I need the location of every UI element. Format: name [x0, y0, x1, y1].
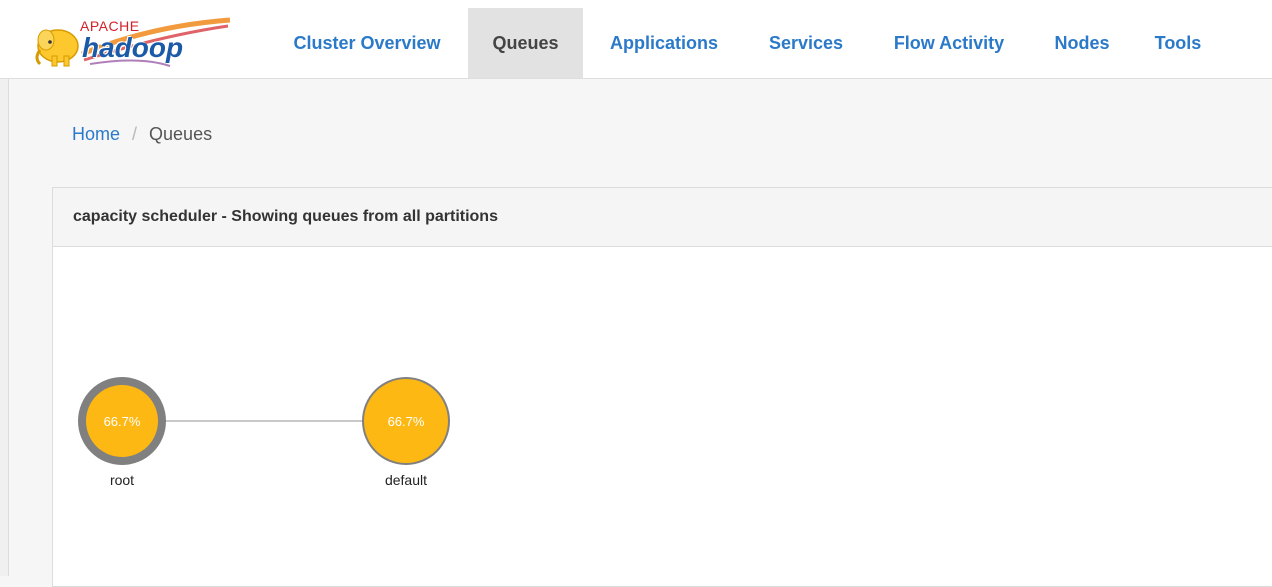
queue-node-default[interactable]: 66.7% default [362, 377, 450, 488]
queue-tree: 66.7% root 66.7% default [78, 377, 450, 488]
queue-label-default: default [385, 472, 427, 488]
queue-usage-root: 66.7% [104, 414, 141, 429]
queue-usage-default: 66.7% [388, 414, 425, 429]
queue-node-root[interactable]: 66.7% root [78, 377, 166, 488]
queue-label-root: root [110, 472, 134, 488]
